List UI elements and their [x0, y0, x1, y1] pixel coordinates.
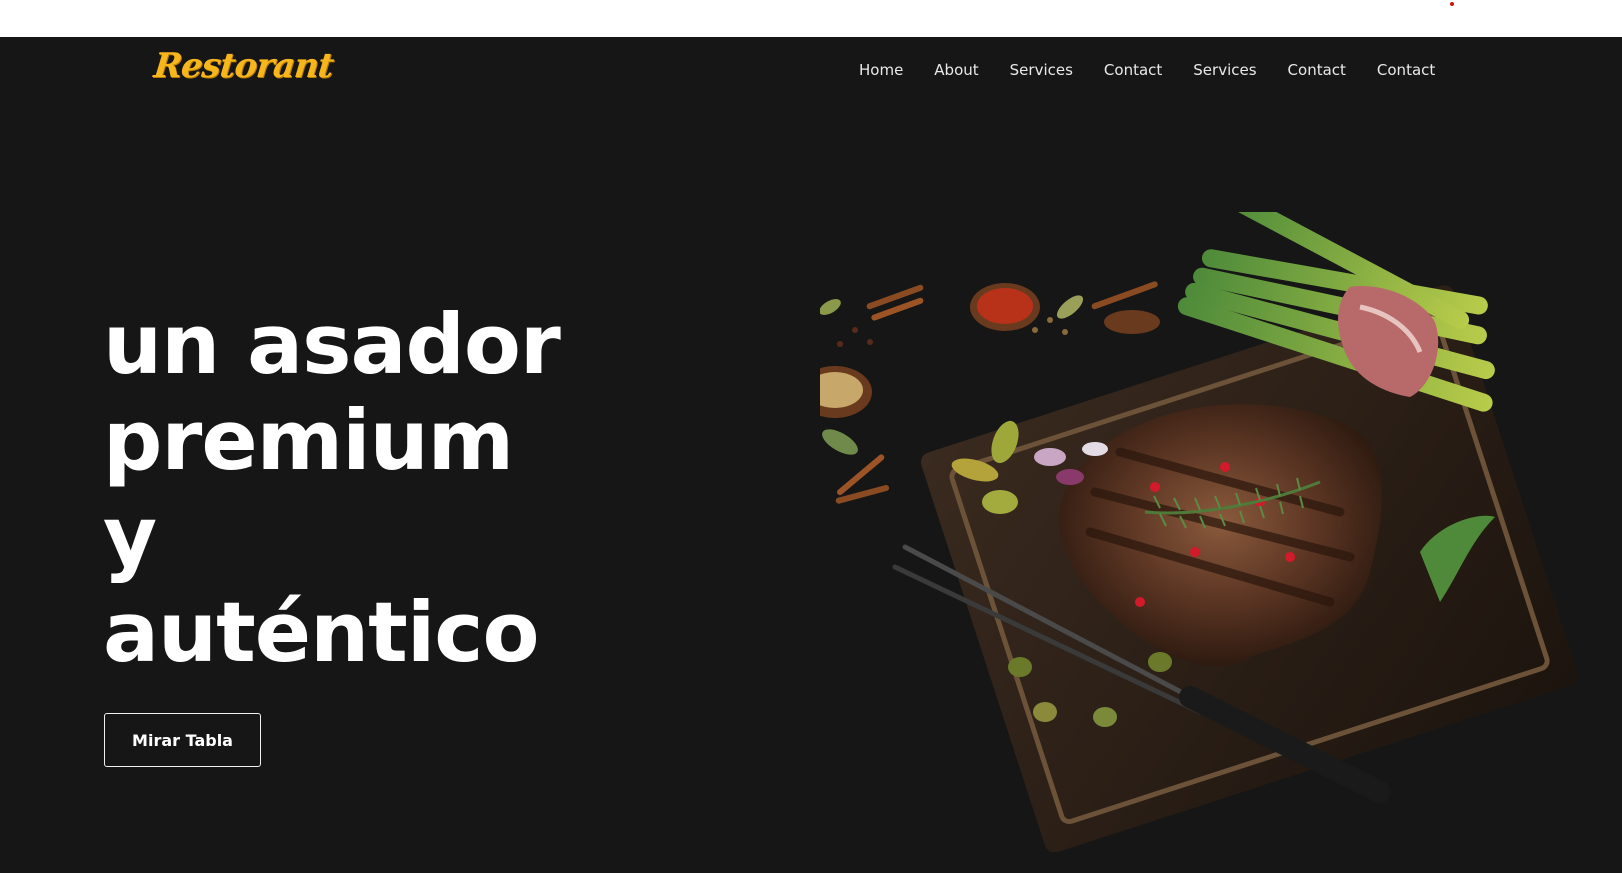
notification-dot — [1450, 2, 1454, 6]
nav-item-home[interactable]: Home — [859, 61, 903, 79]
nav-item-services-2[interactable]: Services — [1193, 61, 1256, 79]
main-navigation: Home About Services Contact Services Con… — [859, 55, 1435, 85]
hero-line-1: un asador — [103, 296, 561, 393]
nav-item-contact-2[interactable]: Contact — [1288, 61, 1346, 79]
page-header-hero: Restorant Home About Services Contact Se… — [0, 37, 1622, 873]
hero-headline: un asador premium y auténtico — [103, 297, 663, 681]
view-menu-button[interactable]: Mirar Tabla — [104, 713, 261, 767]
brand-logo[interactable]: Restorant — [152, 46, 335, 86]
hero-line-4: auténtico — [103, 584, 540, 681]
nav-item-contact-3[interactable]: Contact — [1377, 61, 1435, 79]
nav-item-services[interactable]: Services — [1010, 61, 1073, 79]
browser-top-strip — [0, 0, 1622, 37]
hero-line-3: y — [103, 488, 157, 585]
nav-item-contact[interactable]: Contact — [1104, 61, 1162, 79]
nav-item-about[interactable]: About — [934, 61, 978, 79]
steak-board-illustration — [820, 212, 1579, 852]
hero-line-2: premium — [103, 392, 514, 489]
